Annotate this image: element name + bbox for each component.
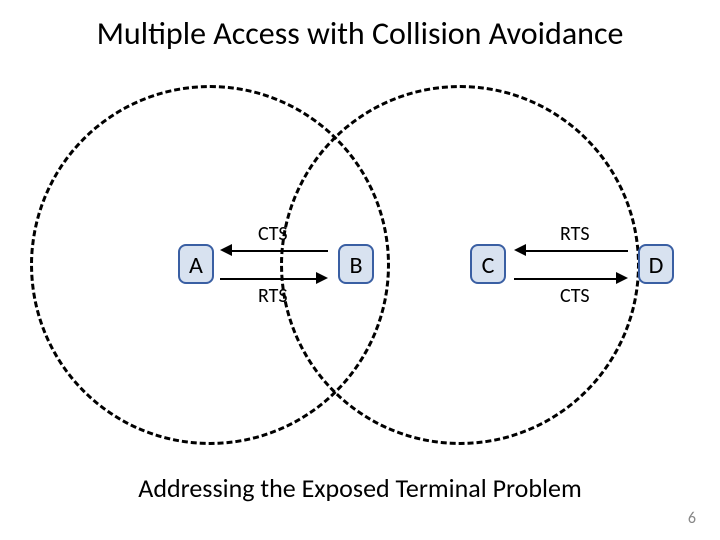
arrow-d-to-c-head <box>514 244 526 256</box>
arrow-b-to-a-head <box>220 244 232 256</box>
arrow-b-to-a <box>232 250 328 252</box>
arrow-a-to-b-head <box>316 272 328 284</box>
node-b: B <box>338 244 374 284</box>
range-circle-c <box>280 85 640 445</box>
slide-number: 6 <box>688 509 696 528</box>
arrow-c-to-d-head <box>616 272 628 284</box>
slide-title: Multiple Access with Collision Avoidance <box>0 14 720 53</box>
label-cts-cd: CTS <box>560 284 590 308</box>
node-d: D <box>638 244 674 284</box>
arrow-c-to-d <box>514 278 616 280</box>
slide-subtitle: Addressing the Exposed Terminal Problem <box>0 472 720 504</box>
label-rts-cd: RTS <box>560 222 590 246</box>
arrow-a-to-b <box>220 278 316 280</box>
label-rts-ab: RTS <box>258 284 288 308</box>
label-cts-ab: CTS <box>258 222 288 246</box>
node-c: C <box>470 244 506 284</box>
node-a: A <box>178 244 214 284</box>
arrow-d-to-c <box>526 250 628 252</box>
